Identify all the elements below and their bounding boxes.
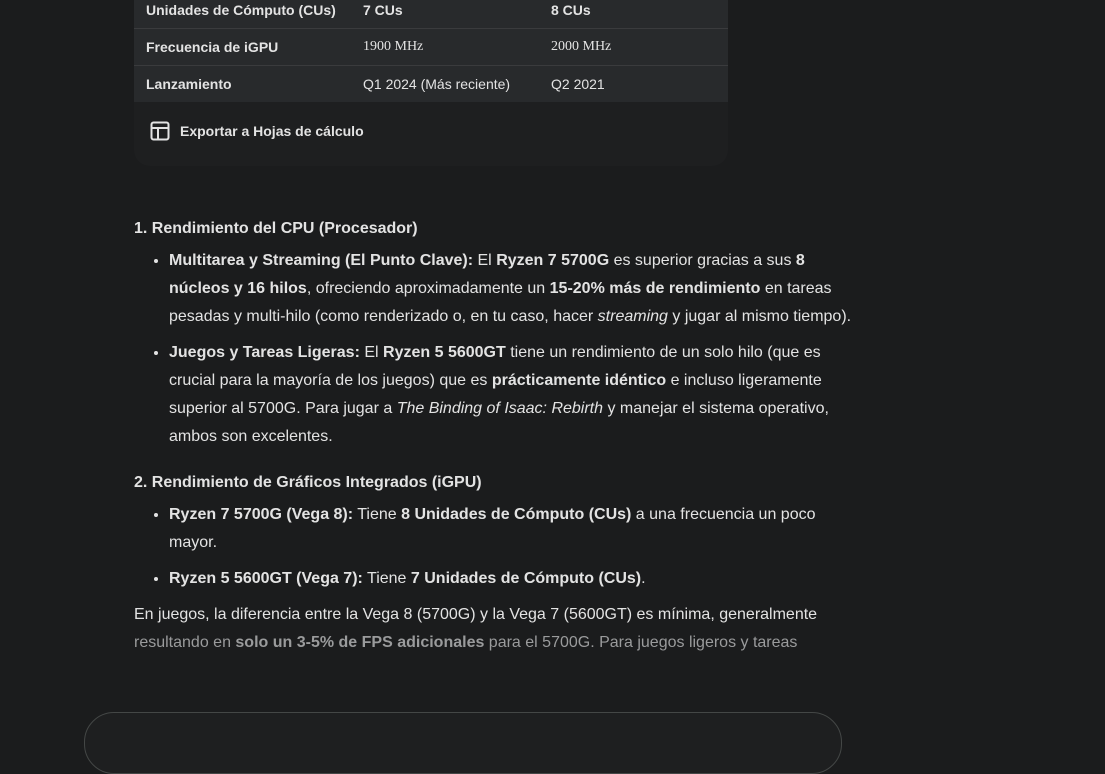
bold-text: Multitarea y Streaming (El Punto Clave):: [169, 252, 474, 269]
text: y jugar al mismo tiempo).: [667, 308, 852, 325]
text: Tiene: [353, 506, 402, 523]
export-label: Exportar a Hojas de cálculo: [180, 123, 364, 139]
text: El: [473, 252, 497, 269]
table-row: Frecuencia de iGPU 1900 MHz 2000 MHz: [134, 28, 728, 66]
igpu-list: Ryzen 7 5700G (Vega 8): Tiene 8 Unidades…: [134, 501, 854, 593]
table-icon: [150, 121, 170, 141]
faded-bold-text: solo un 3-5% de FPS adicionales: [235, 634, 485, 651]
bold-text: Ryzen 5 5600GT: [383, 344, 506, 361]
section-heading-igpu: 2. Rendimiento de Gráficos Integrados (i…: [134, 474, 482, 491]
row-label: Lanzamiento: [146, 76, 232, 92]
row-label: Unidades de Cómputo (CUs): [134, 0, 363, 29]
bold-text: Ryzen 7 5700G (Vega 8):: [169, 506, 354, 523]
cell-5600gt: Q1 2024 (Más reciente): [363, 76, 511, 92]
prompt-input-box[interactable]: [84, 712, 842, 774]
bold-text: 8 Unidades de Cómputo (CUs): [401, 506, 632, 523]
export-to-sheets-button[interactable]: Exportar a Hojas de cálculo: [150, 118, 364, 144]
cpu-list: Multitarea y Streaming (El Punto Clave):…: [134, 247, 854, 451]
comparison-table: Unidades de Cómputo (CUs) 7 CUs 8 CUs Fr…: [134, 0, 728, 102]
bold-text: Juegos y Tareas Ligeras:: [169, 344, 360, 361]
text: .: [641, 570, 646, 587]
bold-text: Ryzen 7 5700G: [496, 252, 610, 269]
text: , ofreciendo aproximadamente un: [306, 280, 550, 297]
table-row: Unidades de Cómputo (CUs) 7 CUs 8 CUs: [134, 0, 728, 29]
row-label: Frecuencia de iGPU: [134, 28, 363, 66]
list-item: Multitarea y Streaming (El Punto Clave):…: [169, 247, 854, 331]
italic-text: The Binding of Isaac: Rebirth: [396, 400, 604, 417]
summary-paragraph: En juegos, la diferencia entre la Vega 8…: [134, 601, 854, 657]
bold-text: 7 Unidades de Cómputo (CUs): [410, 570, 642, 587]
text: En juegos, la diferencia entre la Vega 8…: [134, 606, 818, 623]
cell-5700g: 2000 MHz: [551, 28, 728, 66]
list-item: Ryzen 7 5700G (Vega 8): Tiene 8 Unidades…: [169, 501, 854, 557]
cell-5700g: Q2 2021: [551, 76, 605, 92]
cell-5600gt: 1900 MHz: [363, 28, 551, 66]
table-row: Lanzamiento Q1 2024 (Más reciente) Q2 20…: [134, 65, 728, 102]
bold-text: 15-20% más de rendimiento: [549, 280, 761, 297]
bold-text: prácticamente idéntico: [491, 372, 667, 389]
comparison-table-card: Unidades de Cómputo (CUs) 7 CUs 8 CUs Fr…: [134, 0, 728, 166]
cell-5600gt: 7 CUs: [363, 0, 551, 29]
list-item: Juegos y Tareas Ligeras: El Ryzen 5 5600…: [169, 339, 854, 451]
faded-text: resultando en: [134, 634, 236, 651]
list-item: Ryzen 5 5600GT (Vega 7): Tiene 7 Unidade…: [169, 565, 854, 593]
faded-text: para el 5700G. Para juegos ligeros y tar…: [484, 634, 798, 651]
text: es superior gracias a sus: [609, 252, 796, 269]
text: El: [359, 344, 384, 361]
italic-text: streaming: [597, 308, 668, 325]
section-heading-cpu: 1. Rendimiento del CPU (Procesador): [134, 220, 418, 237]
text: Tiene: [362, 570, 411, 587]
response-content: 1. Rendimiento del CPU (Procesador) Mult…: [134, 215, 854, 657]
bold-text: Ryzen 5 5600GT (Vega 7):: [169, 570, 363, 587]
cell-5700g: 8 CUs: [551, 0, 728, 29]
